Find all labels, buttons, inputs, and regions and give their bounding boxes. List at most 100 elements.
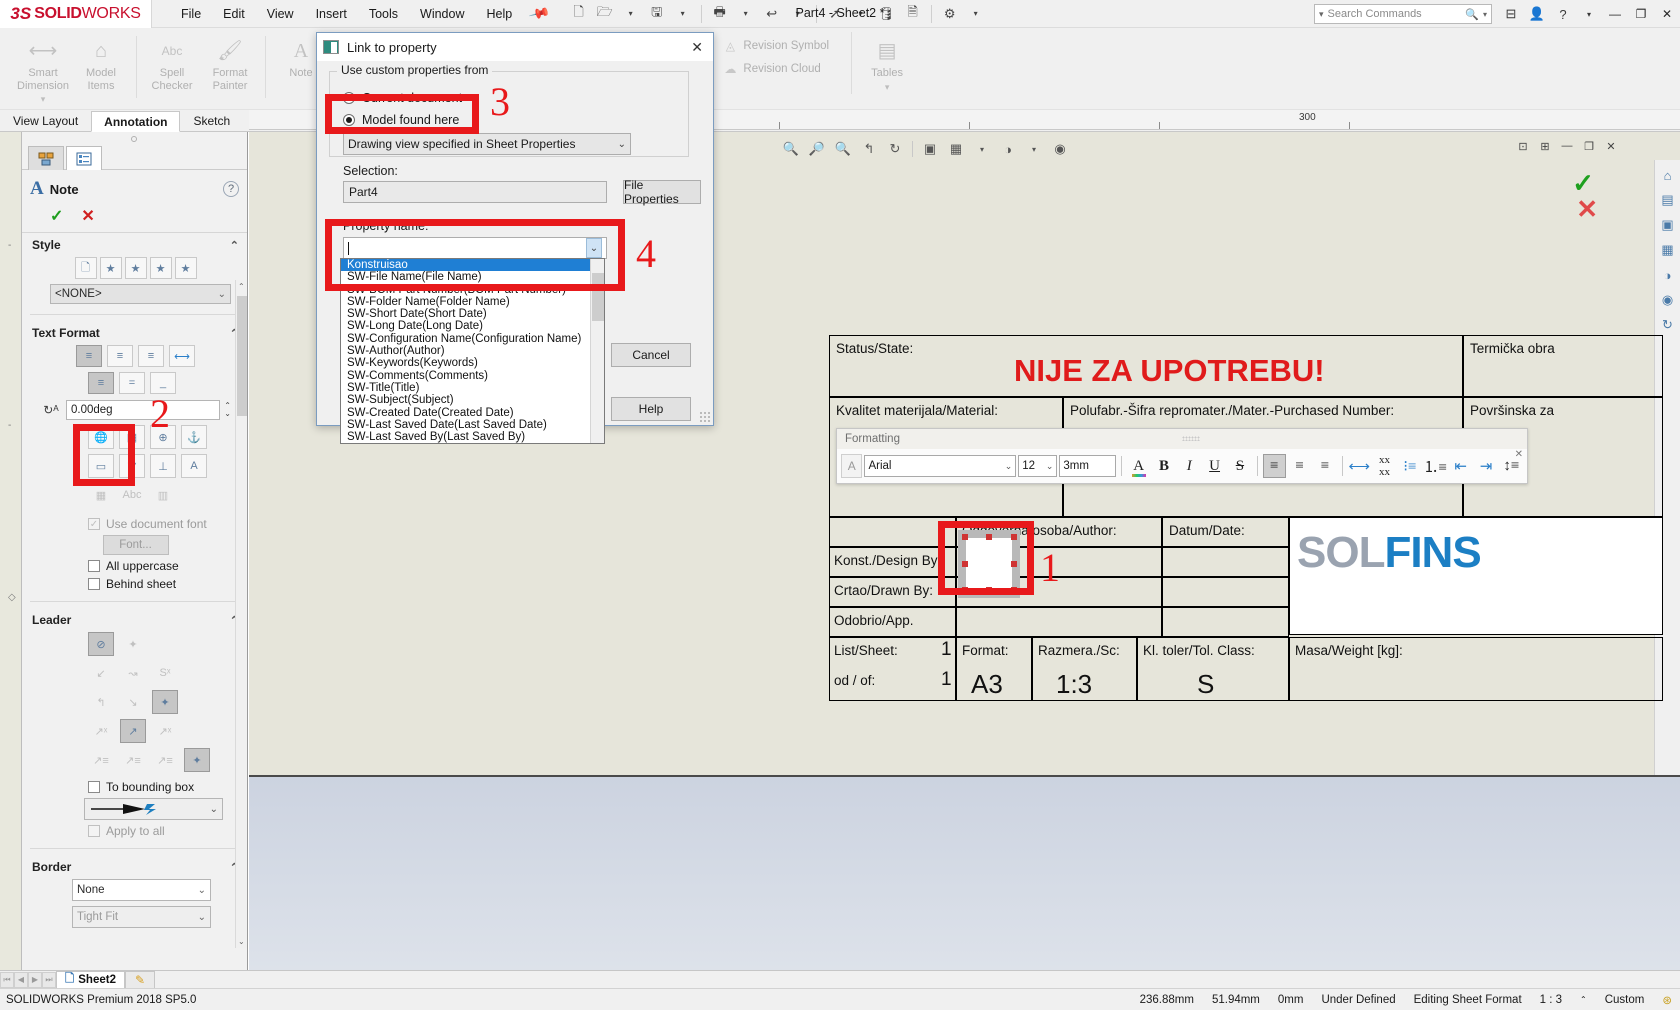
add-style-icon[interactable]: ★ bbox=[100, 257, 122, 279]
file-properties-icon[interactable]: 🗎 bbox=[901, 3, 925, 25]
dropdown-item[interactable]: SW-Title(Title) bbox=[341, 382, 604, 394]
close-icon[interactable]: ✕ bbox=[1602, 138, 1620, 154]
align-middle-icon[interactable]: = bbox=[119, 372, 145, 394]
no-leader-icon[interactable]: ⊘ bbox=[88, 632, 114, 656]
chevron-down-icon[interactable]: ⌄ bbox=[198, 885, 206, 896]
chevron-up-icon[interactable]: ⌃ bbox=[230, 239, 239, 252]
dialog-title-bar[interactable]: Link to property ✕ bbox=[317, 33, 713, 61]
behind-sheet-checkbox[interactable] bbox=[88, 578, 100, 590]
leader-left-icon[interactable]: ↰ bbox=[88, 690, 114, 714]
all-uppercase-row[interactable]: All uppercase bbox=[88, 559, 231, 573]
dropdown-item[interactable]: SW-Short Date(Short Date) bbox=[341, 308, 604, 320]
appearances-icon[interactable]: ▣ bbox=[1657, 214, 1679, 236]
status-value[interactable]: NIJE ZA UPOTREBU! bbox=[1014, 353, 1325, 389]
dropdown-item[interactable]: SW-Last Saved By(Last Saved By) bbox=[341, 431, 604, 443]
pushpin-icon[interactable]: 📌 bbox=[528, 2, 552, 25]
align-right-icon[interactable]: ≡ bbox=[138, 345, 164, 367]
pm-scrollbar[interactable]: ⌃ ⌄ bbox=[235, 280, 247, 948]
tab-sketch[interactable]: Sketch bbox=[180, 110, 243, 131]
search-more-icon[interactable]: ▾ bbox=[1483, 10, 1487, 19]
undo-icon[interactable]: ↩ bbox=[760, 3, 784, 25]
search-input[interactable]: Search Commands bbox=[1328, 8, 1462, 20]
behind-sheet-row[interactable]: Behind sheet bbox=[88, 577, 231, 591]
dropdown-item[interactable]: SW-Keywords(Keywords) bbox=[341, 357, 604, 369]
drag-grip-icon[interactable] bbox=[1182, 436, 1200, 441]
lights-cameras-icon[interactable]: ◉ bbox=[1657, 289, 1679, 311]
font-family-select[interactable]: Arial ⌄ bbox=[864, 455, 1016, 477]
previous-view-icon[interactable]: ↰ bbox=[857, 138, 881, 160]
chevron-down-icon[interactable]: ⌄ bbox=[218, 289, 226, 300]
align-left-icon[interactable]: ≡ bbox=[1263, 454, 1286, 478]
arrow-style-select[interactable]: ⌄ bbox=[84, 798, 223, 820]
sheet-tab-sheet2[interactable]: 🗋 Sheet2 bbox=[56, 971, 125, 989]
feature-tree-tab[interactable] bbox=[28, 146, 64, 170]
options-icon[interactable]: ⚙ bbox=[938, 3, 962, 25]
save-dropdown-icon[interactable]: ▾ bbox=[671, 3, 695, 25]
window-close-button[interactable]: ✕ bbox=[1654, 0, 1680, 28]
zoom-to-area-icon[interactable]: 🔎 bbox=[805, 138, 829, 160]
model-source-select[interactable]: Drawing view specified in Sheet Properti… bbox=[343, 133, 631, 155]
revision-symbol-item[interactable]: ◬Revision Symbol bbox=[722, 38, 829, 54]
apply-scene-icon[interactable]: ◉ bbox=[1048, 138, 1072, 160]
leader-jog-icon[interactable]: ↗ bbox=[120, 719, 146, 743]
close-icon[interactable]: ✕ bbox=[687, 39, 707, 56]
select-dropdown-icon[interactable]: ▾ bbox=[849, 3, 873, 25]
help-icon[interactable]: ? bbox=[1550, 0, 1576, 28]
pm-scroll-thumb[interactable] bbox=[237, 296, 247, 416]
underline-icon[interactable]: U bbox=[1203, 454, 1226, 478]
smart-dimension-button[interactable]: ⟷ SmartDimension ▾ bbox=[14, 32, 72, 105]
menu-help[interactable]: Help bbox=[476, 3, 524, 25]
datum-feature-icon[interactable]: A bbox=[181, 454, 207, 478]
display-style-dropdown-icon[interactable]: ▾ bbox=[1022, 138, 1046, 160]
scroll-up-icon[interactable]: ⌃ bbox=[238, 282, 245, 291]
tab-annotation[interactable]: Annotation bbox=[91, 111, 180, 132]
drawn-by-date-value[interactable] bbox=[1162, 577, 1289, 607]
tab-view-layout[interactable]: View Layout bbox=[0, 110, 91, 131]
format-painter-button[interactable]: 🖌 FormatPainter bbox=[201, 32, 259, 92]
dropdown-item[interactable]: SW-Configuration Name(Configuration Name… bbox=[341, 333, 604, 345]
menu-tools[interactable]: Tools bbox=[358, 3, 409, 25]
dropdown-item[interactable]: SW-Author(Author) bbox=[341, 345, 604, 357]
next-sheet-icon[interactable]: ▶ bbox=[28, 972, 42, 988]
leader-x2-icon[interactable]: ↗ˣ bbox=[152, 719, 178, 743]
chevron-down-icon[interactable]: ⌄ bbox=[210, 804, 218, 815]
prev-sheet-icon[interactable]: ◀ bbox=[14, 972, 28, 988]
leader-multi-jog-icon[interactable]: ✦ bbox=[152, 690, 178, 714]
chevron-down-icon[interactable]: ⌄ bbox=[618, 139, 626, 150]
open-dropdown-icon[interactable]: ▾ bbox=[619, 3, 643, 25]
menu-file[interactable]: File bbox=[170, 3, 212, 25]
use-document-font-checkbox[interactable]: ✓ bbox=[88, 518, 100, 530]
resize-grip-icon[interactable] bbox=[699, 411, 711, 423]
formatting-toolbar-title[interactable]: Formatting bbox=[837, 429, 1527, 449]
restore-icon[interactable]: ⊞ bbox=[1536, 138, 1554, 154]
pan-icon[interactable]: ▣ bbox=[918, 138, 942, 160]
align-right-icon[interactable]: ≡ bbox=[1313, 454, 1336, 478]
checkmark-icon[interactable]: ✓ bbox=[50, 206, 63, 226]
menu-insert[interactable]: Insert bbox=[305, 3, 358, 25]
bullet-list-icon[interactable]: ⁝≡ bbox=[1398, 454, 1421, 478]
font-color-icon[interactable]: A bbox=[1127, 454, 1150, 478]
leader-shelf-mid-icon[interactable]: ↗≡ bbox=[120, 748, 146, 772]
style-section-header[interactable]: Style ⌃ bbox=[32, 238, 239, 252]
first-sheet-icon[interactable]: ⏮ bbox=[0, 972, 14, 988]
font-height-input[interactable]: 3mm bbox=[1059, 455, 1116, 477]
new-document-icon[interactable]: 🗋 bbox=[567, 3, 591, 25]
leader-x1-icon[interactable]: ↗ˣ bbox=[88, 719, 114, 743]
strikethrough-icon[interactable]: S bbox=[1228, 454, 1251, 478]
dropdown-item[interactable]: SW-Comments(Comments) bbox=[341, 370, 604, 382]
decrease-indent-icon[interactable]: ⇤ bbox=[1449, 454, 1472, 478]
style-select[interactable]: <NONE> ⌄ bbox=[50, 284, 231, 304]
print-icon[interactable]: 🖶 bbox=[708, 3, 732, 25]
increase-indent-icon[interactable]: ⇥ bbox=[1474, 454, 1497, 478]
gutter-expand-handle[interactable]: ◇ bbox=[8, 592, 16, 603]
leader-all-around-icon[interactable]: ✦ bbox=[184, 748, 210, 772]
revision-cloud-item[interactable]: ☁Revision Cloud bbox=[722, 61, 829, 77]
spell-checker-button[interactable]: Abc SpellChecker bbox=[143, 32, 201, 92]
font-size-select[interactable]: 12 ⌄ bbox=[1018, 455, 1057, 477]
minimize-icon[interactable]: — bbox=[1558, 138, 1576, 154]
search-commands-box[interactable]: ▾ Search Commands 🔍 ▾ bbox=[1314, 4, 1492, 24]
options-dropdown-icon[interactable]: ▾ bbox=[964, 3, 988, 25]
chevron-down-icon[interactable]: ⌄ bbox=[1046, 461, 1054, 472]
print-dropdown-icon[interactable]: ▾ bbox=[734, 3, 758, 25]
text-angle-input[interactable]: 0.00deg bbox=[66, 400, 220, 420]
